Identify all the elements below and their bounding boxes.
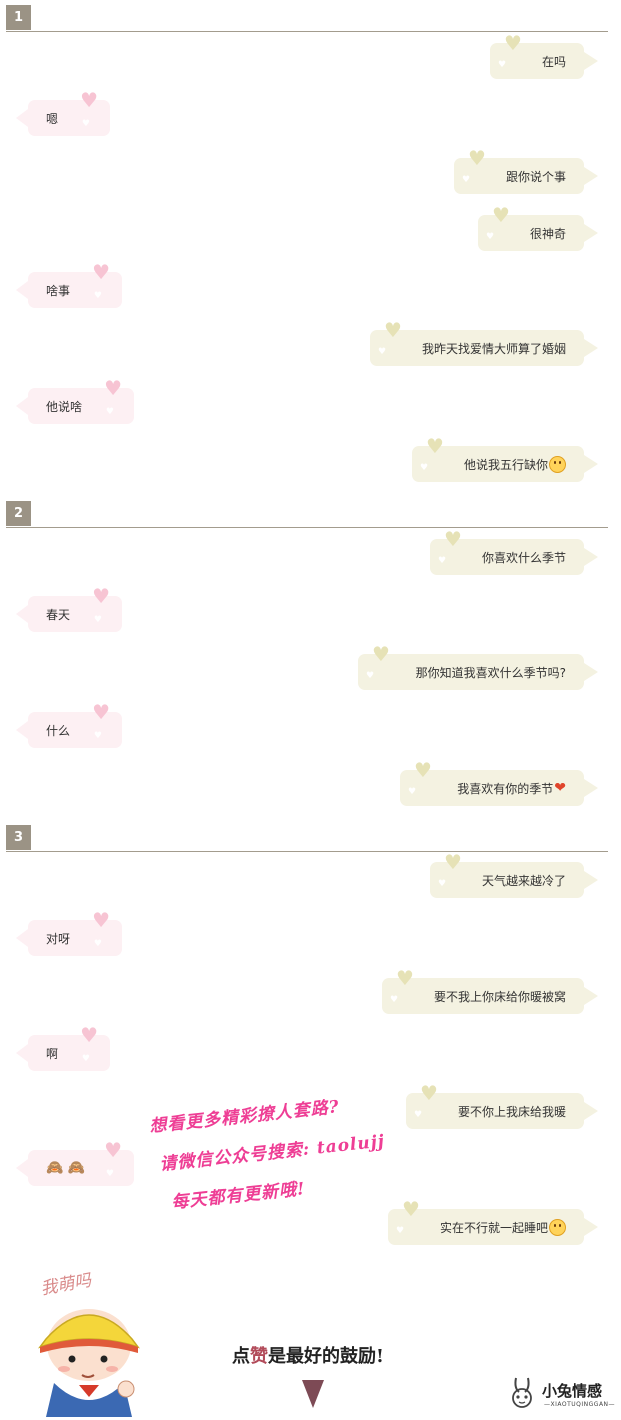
message-text: 你喜欢什么季节 (481, 550, 566, 565)
message-text: 他说我五行缺你 (463, 457, 548, 472)
cat-emoji-icon: 🙈 (46, 1160, 64, 1176)
heart-decor-icon: ♥ (93, 939, 102, 949)
message-text: 跟你说个事 (505, 169, 566, 184)
message-text: 我昨天找爱情大师算了婚姻 (421, 341, 566, 356)
message-text: 要不你上我床给我暖 (457, 1104, 566, 1119)
section-divider (6, 851, 608, 852)
brand-name: 小兔情感 (542, 1382, 603, 1400)
message-text: 那你知道我喜欢什么季节吗? (415, 665, 566, 680)
heart-decor-icon: ♥ (498, 60, 507, 70)
section-header-1: 1 (6, 5, 608, 32)
message-text: 实在不行就一起睡吧 (439, 1220, 548, 1235)
section-header-2: 2 (6, 501, 608, 528)
heart-decor-icon: ♥ (504, 31, 522, 55)
brand-subtitle: —XIAOTUQINGGAN— (544, 1401, 616, 1408)
message-text: 他说啥 (46, 399, 83, 414)
heart-decor-icon: ♥ (426, 434, 444, 458)
chat-bubble-sent: 实在不行就一起睡吧 ♥ ♥ (388, 1199, 598, 1245)
message-text: 啥事 (46, 283, 71, 298)
heart-decor-icon: ♥ (492, 203, 510, 227)
heart-decor-icon: ♥ (396, 966, 414, 990)
smile-emoji-icon (549, 455, 566, 473)
heart-decor-icon: ♥ (92, 584, 110, 608)
message-text: 嗯 (46, 111, 59, 126)
message-text: 很神奇 (529, 226, 566, 241)
chat-bubble-sent: 我昨天找爱情大师算了婚姻 ♥ ♥ (370, 320, 598, 366)
heart-decor-icon: ♥ (390, 995, 399, 1005)
heart-decor-icon: ♥ (486, 232, 495, 242)
blush-emoji-icon (549, 1218, 566, 1236)
heart-decor-icon: ♥ (408, 787, 417, 797)
section-number: 1 (6, 5, 31, 30)
chat-bubble-sent: 你喜欢什么季节 ♥ ♥ (430, 529, 598, 575)
down-arrow-icon (302, 1380, 324, 1408)
message-text: 我喜欢有你的季节 (457, 781, 554, 796)
heart-decor-icon: ♥ (468, 146, 486, 170)
heart-decor-icon: ♥ (366, 671, 375, 681)
chat-bubble-received: 春天 ♥ ♥ (16, 586, 122, 632)
message-text: 天气越来越冷了 (481, 873, 566, 888)
heart-decor-icon: ♥ (396, 1226, 405, 1236)
heart-decor-icon: ♥ (372, 642, 390, 666)
heart-decor-icon: ♥ (81, 1054, 90, 1064)
chat-bubble-sent: 跟你说个事 ♥ ♥ (454, 148, 598, 194)
heart-decor-icon: ♥ (378, 347, 387, 357)
footer-banner: 我萌吗 点赞是最好的鼓励! 小兔情感 —XIAOTUQINGGAN— (0, 1262, 621, 1420)
message-text: 啊 (46, 1046, 59, 1061)
chat-bubble-received: 他说啥 ♥ ♥ (16, 378, 134, 424)
like-highlight: 赞 (250, 1346, 268, 1367)
chat-bubble-sent: 我喜欢有你的季节 ❤ ♥ ♥ (400, 760, 598, 806)
heart-decor-icon: ♥ (93, 731, 102, 741)
message-text: 在吗 (541, 54, 566, 69)
heart-decor-icon: ♥ (92, 260, 110, 284)
chat-bubble-sent: 要不我上你床给你暖被窝 ♥ ♥ (382, 968, 598, 1014)
section-number: 2 (6, 501, 31, 526)
cartoon-avatar-icon (37, 1309, 141, 1417)
chat-bubble-sent: 很神奇 ♥ ♥ (478, 205, 598, 251)
red-heart-emoji-icon: ❤ (554, 780, 566, 796)
heart-decor-icon: ♥ (384, 318, 402, 342)
heart-decor-icon: ♥ (438, 556, 447, 566)
chat-bubble-received: 对呀 ♥ ♥ (16, 910, 122, 956)
message-text: 对呀 (46, 931, 71, 946)
chat-bubble-received: 🙈 🙈 ♥ ♥ (16, 1140, 134, 1186)
heart-decor-icon: ♥ (93, 615, 102, 625)
cute-caption: 我萌吗 (39, 1270, 93, 1300)
chat-bubble-received: 嗯 ♥ ♥ (16, 90, 110, 136)
brand-logo: 小兔情感 —XIAOTUQINGGAN— (508, 1376, 618, 1416)
heart-decor-icon: ♥ (420, 463, 429, 473)
chat-bubble-received: 什么 ♥ ♥ (16, 702, 122, 748)
heart-decor-icon: ♥ (438, 879, 447, 889)
message-text: 什么 (46, 723, 71, 738)
heart-decor-icon: ♥ (105, 407, 114, 417)
cat-emoji-icon: 🙈 (67, 1160, 85, 1176)
heart-decor-icon: ♥ (462, 175, 471, 185)
heart-decor-icon: ♥ (414, 758, 432, 782)
chat-bubble-sent: 他说我五行缺你 ♥ ♥ (412, 436, 598, 482)
chat-bubble-sent: 在吗 ♥ ♥ (490, 33, 598, 79)
heart-decor-icon: ♥ (105, 1169, 114, 1179)
chat-bubble-sent: 天气越来越冷了 ♥ ♥ (430, 852, 598, 898)
heart-decor-icon: ♥ (444, 527, 462, 551)
heart-decor-icon: ♥ (80, 1023, 98, 1047)
heart-decor-icon: ♥ (80, 88, 98, 112)
heart-decor-icon: ♥ (93, 291, 102, 301)
heart-decor-icon: ♥ (92, 908, 110, 932)
section-number: 3 (6, 825, 31, 850)
message-text: 要不我上你床给你暖被窝 (433, 989, 566, 1004)
heart-decor-icon: ♥ (444, 850, 462, 874)
chat-bubble-received: 啊 ♥ ♥ (16, 1025, 110, 1071)
like-encouragement-text: 点赞是最好的鼓励! (232, 1346, 384, 1367)
section-header-3: 3 (6, 825, 608, 852)
heart-decor-icon: ♥ (81, 119, 90, 129)
chat-bubble-sent: 那你知道我喜欢什么季节吗? ♥ ♥ (358, 644, 598, 690)
rabbit-logo-icon (512, 1377, 532, 1408)
chat-bubble-received: 啥事 ♥ ♥ (16, 262, 122, 308)
heart-decor-icon: ♥ (104, 376, 122, 400)
section-divider (6, 527, 608, 528)
heart-decor-icon: ♥ (92, 700, 110, 724)
message-text: 春天 (46, 607, 71, 622)
heart-decor-icon: ♥ (104, 1138, 122, 1162)
